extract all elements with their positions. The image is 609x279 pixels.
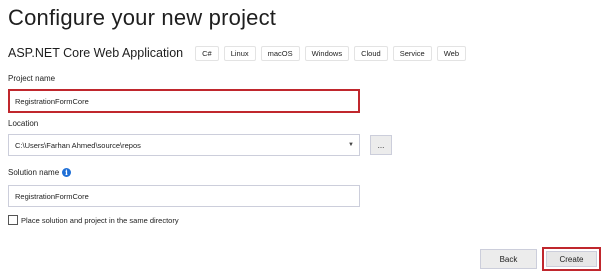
tag-cloud: Cloud [354, 45, 388, 61]
tag-windows: Windows [304, 45, 350, 61]
solution-name-value: RegistrationFormCore [15, 191, 89, 201]
same-directory-checkbox[interactable] [8, 215, 18, 225]
tag-service: Service [392, 45, 432, 61]
chevron-down-icon[interactable]: ▼ [348, 142, 354, 148]
tag-macos: macOS [260, 45, 300, 61]
back-button[interactable]: Back [480, 249, 537, 269]
location-label: Location [8, 119, 39, 128]
create-button[interactable]: Create [546, 251, 597, 267]
info-icon[interactable]: i [62, 168, 71, 177]
create-button-highlight: Create [542, 247, 601, 271]
location-combobox[interactable]: C:\Users\Farhan Ahmed\source\repos ▼ [8, 134, 360, 156]
project-name-label: Project name [8, 74, 56, 83]
location-value: C:\Users\Farhan Ahmed\source\repos [15, 140, 141, 150]
project-name-value: RegistrationFormCore [15, 96, 89, 106]
browse-button[interactable]: ... [370, 135, 392, 155]
template-summary: ASP.NET Core Web Application C# Linux ma… [8, 45, 467, 61]
tag-web: Web [436, 45, 467, 61]
same-directory-label[interactable]: Place solution and project in the same d… [21, 215, 179, 226]
tag-linux: Linux [223, 45, 256, 61]
tag-csharp: C# [195, 45, 219, 61]
solution-name-input[interactable]: RegistrationFormCore [8, 185, 360, 207]
project-name-input[interactable]: RegistrationFormCore [8, 89, 360, 113]
solution-name-label: Solution name [8, 168, 60, 177]
page-title: Configure your new project [8, 5, 277, 30]
template-tags: C# Linux macOS Windows Cloud Service Web [195, 45, 467, 61]
template-name: ASP.NET Core Web Application [8, 46, 184, 60]
